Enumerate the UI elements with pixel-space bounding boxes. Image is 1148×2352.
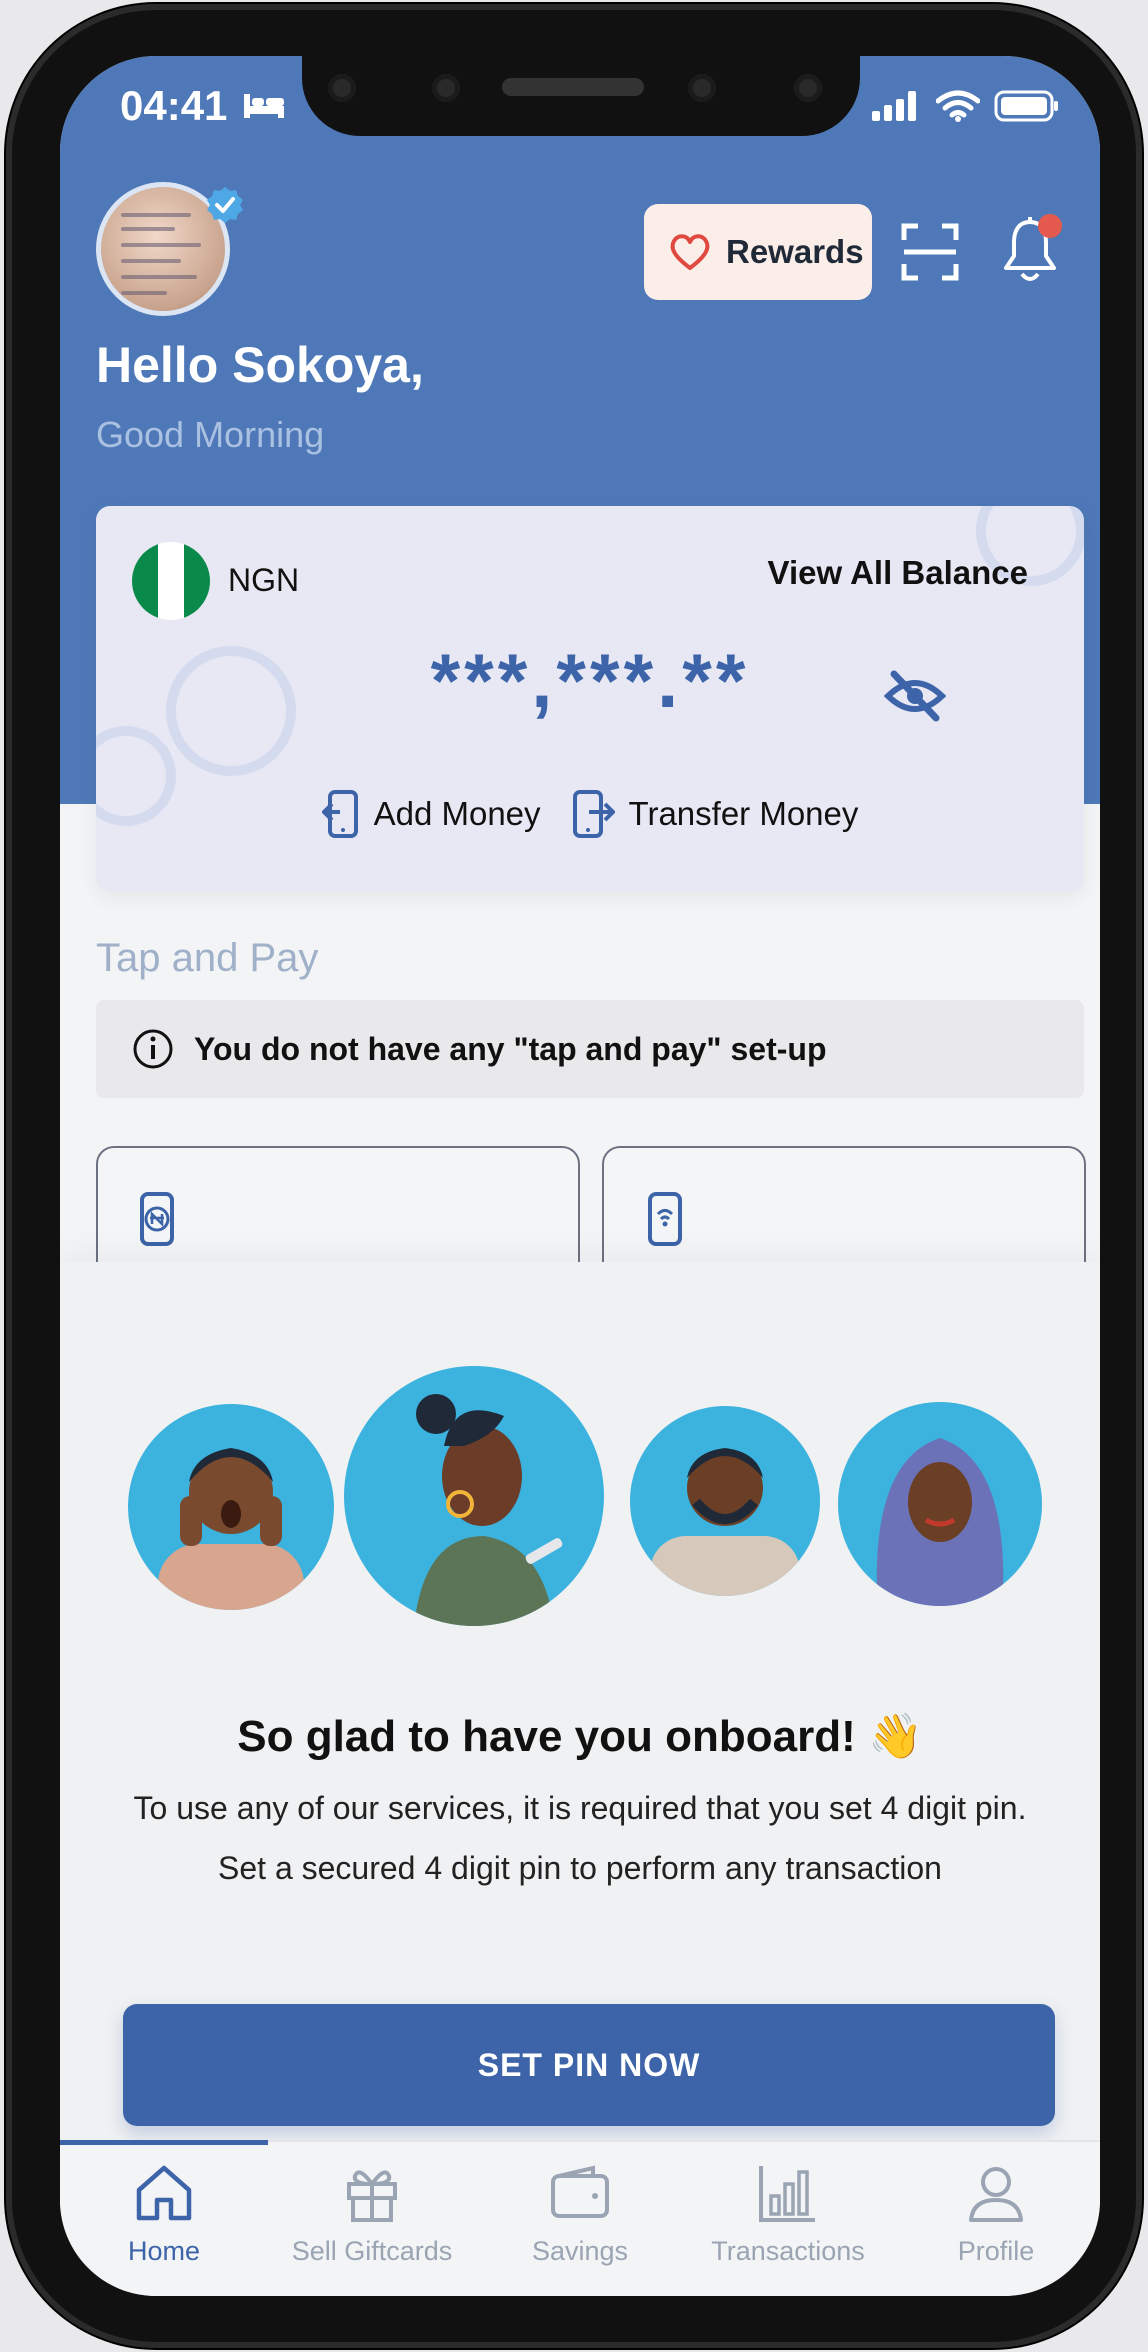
tap-and-pay-notice: You do not have any "tap and pay" set-up — [96, 1000, 1084, 1098]
nav-home-label: Home — [127, 2236, 201, 2266]
nav-home[interactable]: Home — [60, 2140, 268, 2296]
tap-and-pay-title: Tap and Pay — [96, 936, 319, 980]
user-illustration-woman-scarf — [838, 1402, 1042, 1606]
scan-qr-icon[interactable] — [900, 222, 960, 282]
nav-savings[interactable]: Savings — [476, 2142, 684, 2296]
bottom-navigation: Home Sell Giftcards Savings Transactions… — [60, 2140, 1100, 2296]
nav-profile-label: Profile — [957, 2236, 1035, 2266]
user-illustration-smiling-man — [630, 1406, 820, 1596]
nav-transactions[interactable]: Transactions — [684, 2142, 892, 2296]
tap-and-pay-notice-text: You do not have any "tap and pay" set-up — [194, 1030, 827, 1067]
battery-icon — [994, 90, 1058, 122]
nav-savings-label: Savings — [531, 2236, 629, 2266]
onboarding-sheet: So glad to have you onboard! 👋 To use an… — [60, 1262, 1100, 2142]
transfer-money-icon — [572, 790, 615, 838]
info-icon — [133, 1029, 173, 1069]
user-illustration-laughing — [344, 1366, 604, 1626]
wallet-icon — [551, 2165, 609, 2218]
onboarding-line-2: Set a secured 4 digit pin to perform any… — [218, 1850, 942, 1886]
add-money-label: Add Money — [373, 795, 541, 832]
balance-actions: Add Money Transfer Money — [96, 790, 1084, 838]
transfer-money-button[interactable]: Transfer Money — [572, 790, 859, 838]
nav-sell-giftcards[interactable]: Sell Giftcards — [268, 2142, 476, 2296]
nav-sell-giftcards-label: Sell Giftcards — [291, 2236, 453, 2266]
sleep-focus-icon — [244, 94, 284, 118]
add-money-icon — [321, 790, 358, 838]
status-time: 04:41 — [120, 82, 228, 129]
currency-code: NGN — [228, 562, 300, 598]
wifi-icon — [936, 90, 980, 122]
user-illustration-surprised — [128, 1404, 334, 1610]
bar-chart-icon — [759, 2166, 815, 2222]
signal-icon — [872, 91, 916, 121]
rewards-label: Rewards — [726, 233, 864, 270]
gift-icon — [347, 2170, 397, 2222]
add-money-button[interactable]: Add Money — [321, 790, 541, 838]
greeting-title: Hello Sokoya, — [96, 337, 424, 393]
transfer-money-label: Transfer Money — [628, 795, 859, 832]
view-all-balance-link[interactable]: View All Balance — [768, 554, 1028, 592]
status-indicators — [872, 90, 1060, 122]
nav-profile[interactable]: Profile — [892, 2142, 1100, 2296]
rewards-button[interactable]: Rewards — [644, 204, 872, 300]
hide-balance-eye-icon[interactable] — [884, 668, 946, 724]
verified-badge-icon — [207, 187, 243, 223]
nav-transactions-label: Transactions — [711, 2236, 865, 2266]
nigeria-flag-icon — [132, 542, 210, 620]
balance-card: NGN View All Balance ***,***.** Add Mone… — [96, 506, 1084, 892]
app-screen: 04:41 Hello Sokoya, Good Morning Rewards… — [60, 56, 1100, 2296]
user-icon — [969, 2167, 1023, 2222]
onboarding-title: So glad to have you onboard! 👋 — [237, 1712, 923, 1761]
device-notch — [302, 56, 860, 136]
home-icon — [136, 2165, 192, 2221]
notification-dot — [1038, 214, 1062, 238]
phone-frame: 04:41 Hello Sokoya, Good Morning Rewards… — [6, 4, 1142, 2348]
set-pin-button[interactable]: SET PIN NOW — [123, 2004, 1055, 2126]
onboarding-line-1: To use any of our services, it is requir… — [133, 1790, 1027, 1826]
heart-icon — [670, 234, 710, 270]
nfc-phone-icon — [648, 1192, 682, 1246]
naira-phone-icon — [140, 1192, 174, 1246]
greeting-subtitle: Good Morning — [96, 414, 325, 455]
